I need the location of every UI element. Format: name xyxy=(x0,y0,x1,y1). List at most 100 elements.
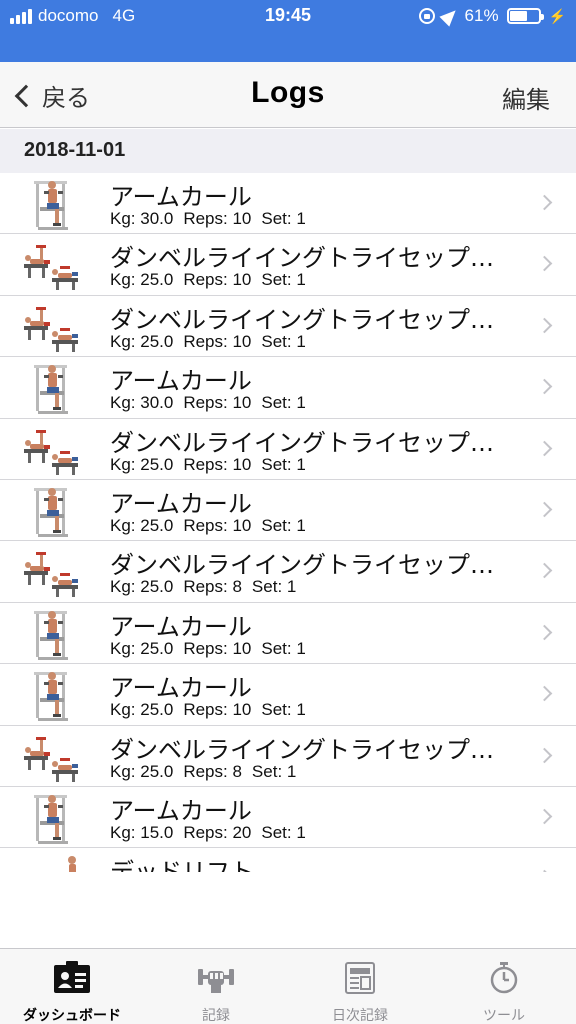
exercise-name: ダンベルライイングトライセップ… xyxy=(110,735,494,764)
log-row[interactable]: ダンベルライイングトライセップ… Kg: 25.0 Reps: 8 Set: 1 xyxy=(0,541,576,603)
chevron-right-icon xyxy=(536,870,553,872)
chevron-right-icon xyxy=(536,747,553,763)
exercise-name: ダンベルライイングトライセップ… xyxy=(110,244,494,273)
rotation-lock-icon xyxy=(418,8,435,24)
log-row[interactable]: ダンベルライイングトライセップ… Kg: 25.0 Reps: 8 Set: 1 xyxy=(0,726,576,787)
set-value: Set: 1 xyxy=(261,209,306,228)
tab-stopwatch[interactable]: ツール xyxy=(432,949,576,1024)
set-value: Set: 1 xyxy=(251,577,297,597)
exercise-detail: Kg: 25.0 Reps: 10 Set: 1 xyxy=(110,455,316,475)
date-section-header: 2018-11-01 xyxy=(0,129,576,173)
battery-icon xyxy=(506,8,544,24)
reps-value: Reps: 10 xyxy=(183,515,252,535)
tab-label: ダッシュボード xyxy=(23,1008,121,1024)
log-row[interactable]: アームカール Kg: 30.0 Reps: 10 Set: 1 xyxy=(0,357,576,419)
log-row[interactable]: アームカール Kg: 15.0 Reps: 20 Set: 1 xyxy=(0,787,576,849)
set-value: Set: 1 xyxy=(261,393,306,413)
weight-value: Kg: 30.0 xyxy=(110,393,174,413)
exercise-detail: Kg: 30.0 Reps: 10 Set: 1 xyxy=(110,393,316,413)
log-row[interactable]: ダンベルライイングトライセップ… Kg: 25.0 Reps: 10 Set: 1 xyxy=(0,419,576,480)
reps-value: Reps: 10 xyxy=(183,700,252,720)
log-list[interactable]: アームカール Kg: 30.0 Reps: 10 Set: 1 ダンベルライイングトライ… xyxy=(0,173,576,872)
exercise-detail: Kg: 25.0 Reps: 10 Set: 1 xyxy=(110,700,316,720)
dumbbell-lying-triceps-icon xyxy=(22,423,84,477)
tab-daily-log-document[interactable]: 日次記録 xyxy=(288,949,432,1024)
page-title: Logs xyxy=(251,76,325,109)
chevron-right-icon xyxy=(536,256,553,272)
deadlift-icon xyxy=(22,852,84,872)
tab-bar: ダッシュボード 記録 日次記録 ツール xyxy=(0,948,576,1024)
arm-curl-icon xyxy=(22,791,84,845)
exercise-detail: Kg: 25.0 Reps: 8 Set: 1 xyxy=(110,762,306,782)
log-row[interactable]: アームカール Kg: 25.0 Reps: 10 Set: 1 xyxy=(0,480,576,542)
stopwatch-icon xyxy=(484,961,524,995)
weight-value: Kg: 25.0 xyxy=(110,454,174,474)
exercise-name: ダンベルライイングトライセップ… xyxy=(110,428,494,457)
exercise-detail: Kg: 25.0 Reps: 8 Set: 1 xyxy=(110,577,306,597)
set-value: Set: 1 xyxy=(261,515,306,535)
location-arrow-icon xyxy=(438,5,461,27)
arm-curl-icon xyxy=(22,668,84,722)
battery-fill xyxy=(509,11,527,21)
exercise-detail: Kg: 15.0 Reps: 20 Set: 1 xyxy=(110,823,316,843)
weight-value: Kg: 25.0 xyxy=(110,700,174,720)
battery-percent: 61% xyxy=(464,6,499,25)
tab-label: ツール xyxy=(483,1008,525,1024)
exercise-name: ダンベルライイングトライセップ… xyxy=(110,551,494,580)
chevron-right-icon xyxy=(536,378,553,395)
exercise-name: アームカール xyxy=(110,674,252,703)
reps-value: Reps: 10 xyxy=(183,209,252,228)
tab-dumbbell-fist[interactable]: 記録 xyxy=(144,949,288,1024)
dumbbell-lying-triceps-icon xyxy=(22,300,84,354)
weight-value: Kg: 25.0 xyxy=(110,270,174,290)
reps-value: Reps: 10 xyxy=(183,454,252,474)
reps-value: Reps: 8 xyxy=(183,761,242,781)
log-row[interactable]: アームカール Kg: 30.0 Reps: 10 Set: 1 xyxy=(0,173,576,235)
chevron-right-icon xyxy=(536,808,553,825)
log-row[interactable]: アームカール Kg: 25.0 Reps: 10 Set: 1 xyxy=(0,603,576,665)
exercise-detail: Kg: 25.0 Reps: 10 Set: 1 xyxy=(110,270,316,290)
set-value: Set: 1 xyxy=(261,822,306,842)
log-row[interactable]: ダンベルライイングトライセップ… Kg: 25.0 Reps: 10 Set: 1 xyxy=(0,296,576,358)
arm-curl-icon xyxy=(22,607,84,661)
edit-button[interactable]: 編集 xyxy=(502,80,550,115)
reps-value: Reps: 10 xyxy=(183,393,252,413)
arm-curl-icon xyxy=(22,484,84,538)
tab-label: 日次記録 xyxy=(332,1008,388,1024)
chevron-right-icon xyxy=(536,624,553,641)
chevron-right-icon xyxy=(536,440,553,456)
set-value: Set: 1 xyxy=(261,638,306,658)
tab-dashboard-id-card[interactable]: ダッシュボード xyxy=(0,949,144,1024)
exercise-detail: Kg: 30.0 Reps: 10 Set: 1 xyxy=(110,209,316,229)
weight-value: Kg: 25.0 xyxy=(110,515,174,535)
reps-value: Reps: 20 xyxy=(183,822,252,842)
set-value: Set: 1 xyxy=(261,331,306,351)
chevron-right-icon xyxy=(536,317,553,334)
reps-value: Reps: 10 xyxy=(183,331,252,351)
exercise-name: アームカール xyxy=(110,796,252,825)
log-row[interactable]: デッドリフト xyxy=(0,848,576,872)
section-date: 2018-11-01 xyxy=(24,139,126,161)
exercise-name: デッドリフト xyxy=(110,852,510,872)
exercise-name: アームカール xyxy=(110,183,252,211)
dumbbell-lying-triceps-icon xyxy=(22,730,84,784)
reps-value: Reps: 8 xyxy=(183,577,242,597)
charging-bolt-icon: ⚡ xyxy=(548,7,566,24)
exercise-name: アームカール xyxy=(110,367,252,396)
chevron-right-icon xyxy=(536,563,553,579)
set-value: Set: 1 xyxy=(261,270,306,290)
set-value: Set: 1 xyxy=(261,700,306,720)
weight-value: Kg: 25.0 xyxy=(110,761,174,781)
log-row[interactable]: アームカール Kg: 25.0 Reps: 10 Set: 1 xyxy=(0,664,576,726)
exercise-detail: Kg: 25.0 Reps: 10 Set: 1 xyxy=(110,516,316,536)
reps-value: Reps: 10 xyxy=(183,270,252,290)
exercise-name: アームカール xyxy=(110,612,252,641)
status-right: 61% ⚡ xyxy=(418,5,566,27)
weight-value: Kg: 15.0 xyxy=(110,822,174,842)
dumbbell-lying-triceps-icon xyxy=(22,545,84,599)
tab-label: 記録 xyxy=(202,1008,230,1024)
log-row[interactable]: ダンベルライイングトライセップ… Kg: 25.0 Reps: 10 Set: 1 xyxy=(0,234,576,296)
dumbbell-lying-triceps-icon xyxy=(22,238,84,292)
daily-log-document-icon xyxy=(340,961,380,995)
weight-value: Kg: 25.0 xyxy=(110,577,174,597)
